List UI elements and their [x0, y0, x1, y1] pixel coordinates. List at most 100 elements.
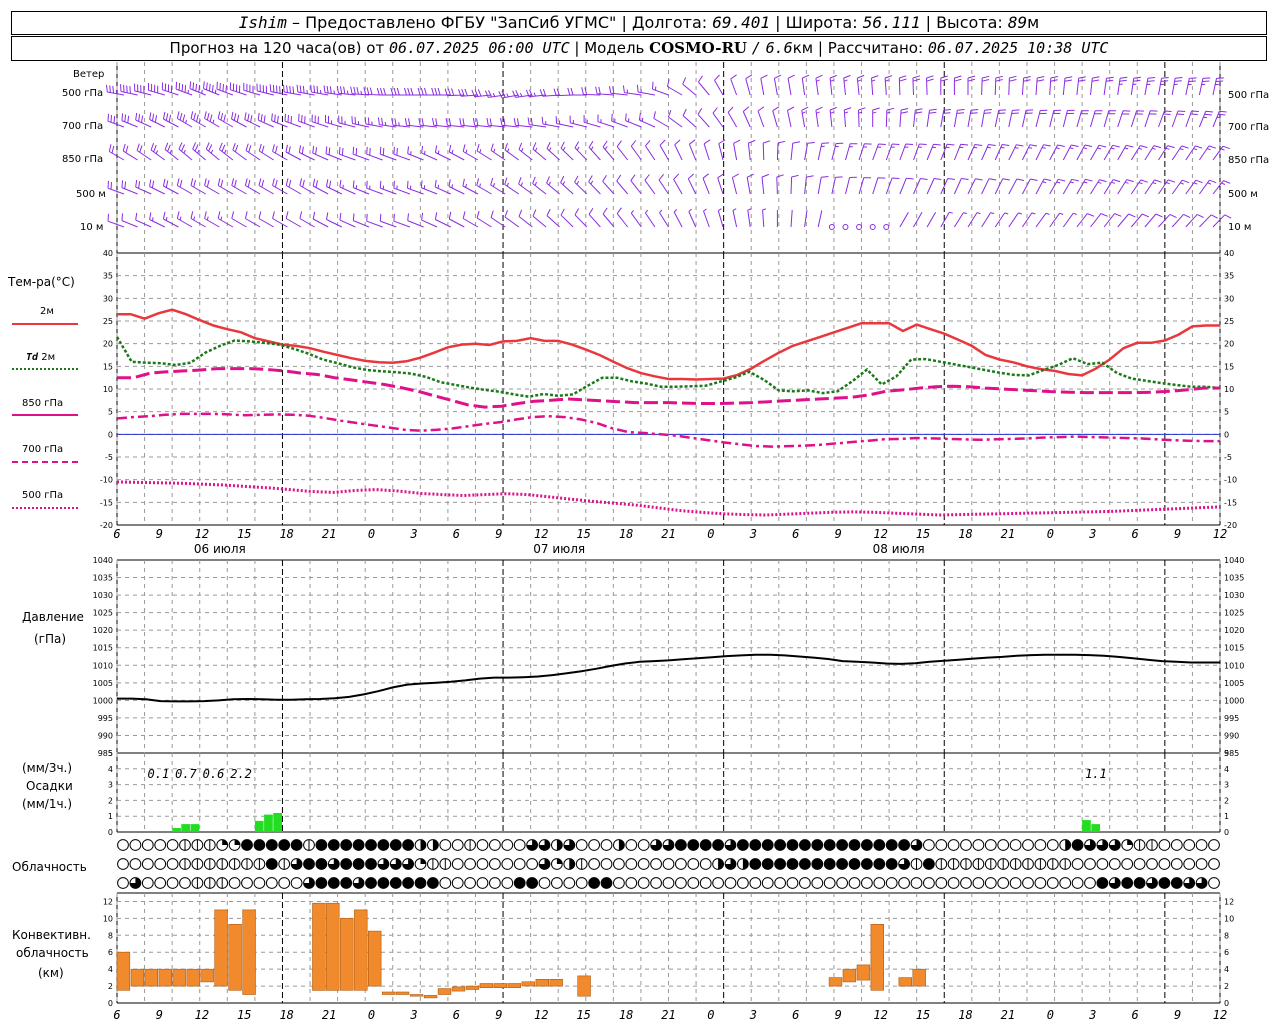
wind-level-right-label: 500 гПа: [1228, 90, 1269, 101]
wind-barb: [407, 146, 424, 161]
wind-barb-shape: [717, 173, 724, 195]
wind-barb: [1130, 179, 1148, 195]
wind-barb: [1049, 212, 1064, 228]
cloud-cover-circle: [861, 877, 873, 889]
cloud-cover-fill: [402, 839, 414, 851]
wind-barb-shape: [560, 208, 574, 228]
cloud-cover-circle: [265, 877, 278, 889]
hour-tick-label: 12: [1213, 527, 1227, 541]
pressure-ytick-left: 1040: [93, 556, 113, 565]
cloud-cover-circle: [1121, 858, 1134, 870]
wind-barb: [1062, 178, 1079, 195]
wind-barb-shape: [913, 212, 923, 228]
wind-barb-shape: [829, 74, 837, 96]
cloud-cover-circle: [241, 877, 253, 889]
wind-barb-shape: [1062, 178, 1079, 195]
wind-barb: [1021, 178, 1038, 195]
pressure-ytick-left: 1015: [93, 644, 113, 653]
wind-barb: [727, 106, 738, 128]
wind-barb-shape: [1212, 77, 1224, 96]
precip-3h-sum-label: 0.6: [203, 767, 225, 781]
cloud-cover-circle: [1034, 839, 1047, 851]
hour-tick-label: 9: [495, 1008, 502, 1022]
cloud-cover-circle: [687, 877, 700, 889]
wind-barb: [659, 139, 669, 161]
cloud-cover-circle: [600, 858, 613, 870]
wind-barb-shape: [717, 208, 724, 228]
hour-tick-label: 3: [749, 1008, 757, 1022]
wind-barb: [858, 143, 872, 161]
conv-ytick-left: 12: [103, 897, 113, 906]
wind-barb: [871, 75, 879, 96]
wind-barb-shape: [688, 139, 697, 161]
wind-barb-shape: [644, 174, 656, 195]
wind-level-right-label: 10 м: [1228, 222, 1251, 233]
wind-barb: [232, 143, 247, 161]
cloud-cover-circle: [637, 858, 650, 870]
cloud-cover-fill: [241, 839, 253, 851]
cloud-cover-circle: [662, 877, 675, 889]
wind-barb: [940, 211, 953, 228]
wind-barb: [913, 108, 923, 128]
cloud-cover-circle: [972, 839, 985, 851]
pressure-ytick-left: 990: [98, 731, 113, 740]
cloud-cover-circle: [501, 858, 514, 870]
wind-barb-shape: [858, 177, 871, 195]
temp-ytick-right: 15: [1224, 362, 1234, 371]
wind-barb-shape: [790, 141, 801, 161]
hour-tick-label: 21: [1001, 527, 1015, 541]
wind-barb-shape: [885, 107, 895, 128]
cloud-cover-fill: [687, 839, 699, 851]
wind-barb: [476, 178, 492, 195]
cloud-cover-circle: [1009, 839, 1022, 851]
hour-tick-label: 18: [279, 1008, 293, 1022]
wind-barb: [245, 143, 261, 161]
pressure-ytick-right: 1020: [1224, 626, 1244, 635]
wind-barb: [421, 145, 438, 161]
wind-barb-shape: [448, 211, 465, 228]
wind-barb: [588, 175, 601, 195]
hour-tick-label: 12: [873, 1008, 887, 1022]
wind-barb-shape: [1185, 77, 1197, 96]
wind-barb-shape: [885, 177, 900, 195]
wind-barb-shape: [994, 212, 1009, 228]
cloud-cover-circle: [1096, 858, 1109, 870]
wind-barb-shape: [845, 143, 858, 161]
cloud-cover-circle: [563, 877, 576, 889]
temp-ytick-right: 40: [1224, 249, 1234, 258]
hour-tick-label: 3: [749, 527, 757, 541]
wind-barb: [1090, 110, 1103, 128]
wind-barb-shape: [609, 86, 628, 96]
wind-barb-shape: [682, 108, 697, 128]
wind-barb: [1185, 77, 1197, 96]
hour-tick-label: 15: [916, 527, 930, 541]
wind-barb-shape: [476, 210, 492, 228]
wind-barb-shape: [953, 109, 965, 128]
convective-cloud-bar: [577, 975, 591, 997]
wind-barb-shape: [312, 178, 329, 195]
wind-barb-shape: [1021, 109, 1034, 128]
wind-barb: [761, 173, 769, 195]
wind-barb-shape: [1008, 178, 1025, 195]
convective-cloud-bar: [144, 968, 158, 987]
cloud-cover-circle: [823, 877, 836, 889]
wind-barb: [762, 208, 767, 228]
wind-barb: [658, 173, 669, 195]
cloud-cover-fill: [569, 858, 575, 870]
wind-barb-shape: [602, 140, 615, 161]
temp-ytick-left: -10: [100, 476, 113, 485]
hour-tick-label: 6: [113, 1008, 120, 1022]
wind-barb-shape: [981, 109, 992, 128]
wind-barb: [638, 112, 656, 128]
wind-barb-shape: [714, 74, 724, 96]
wind-barb-shape: [1008, 212, 1022, 228]
wind-barb: [448, 179, 465, 195]
wind-barb: [162, 211, 179, 228]
wind-barb-shape: [532, 176, 547, 195]
wind-barb: [994, 144, 1010, 161]
wind-barb-shape: [702, 173, 710, 195]
wind-barb: [574, 175, 588, 195]
wind-barb-shape: [745, 74, 753, 96]
wind-barb: [790, 141, 801, 161]
convective-cloud-bar: [465, 985, 480, 990]
